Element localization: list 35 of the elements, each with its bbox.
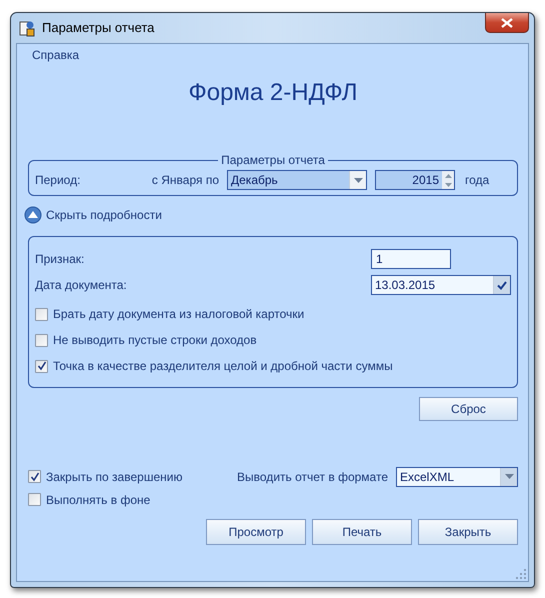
form-heading: Форма 2-НДФЛ xyxy=(187,79,359,107)
year-spinner[interactable]: 2015 xyxy=(375,170,455,190)
help-menu[interactable]: Справка xyxy=(32,48,80,62)
resize-grip-icon[interactable] xyxy=(516,569,527,580)
dialog-button[interactable]: Просмотр xyxy=(206,519,306,545)
checkbox[interactable] xyxy=(35,334,48,346)
checkbox-label: Выполнять в фоне xyxy=(46,492,150,506)
window-title: Параметры отчета xyxy=(42,20,154,35)
close-icon[interactable] xyxy=(501,18,513,28)
from-label: с Января по xyxy=(152,173,219,187)
checkbox[interactable] xyxy=(35,360,48,372)
checkbox[interactable] xyxy=(28,470,41,483)
checkbox-label: Брать дату документа из налоговой карточки xyxy=(53,307,304,321)
check-icon[interactable] xyxy=(493,276,510,294)
details-toggle[interactable]: Скрыть подробности xyxy=(24,206,162,224)
checkbox-label: Точка в качестве разделителя целой и дробной части суммы xyxy=(53,359,393,373)
date-picker[interactable]: 13.03.2015 xyxy=(371,275,511,295)
close-button[interactable] xyxy=(485,13,529,33)
checkbox[interactable] xyxy=(28,493,41,506)
month-dropdown[interactable]: Декабрь xyxy=(227,170,367,190)
format-dropdown[interactable]: ExcelXML xyxy=(396,466,518,486)
year-suffix: года xyxy=(464,173,490,187)
checkbox-label: Не выводить пустые строки доходов xyxy=(53,333,257,347)
period-label: Период: xyxy=(35,173,82,187)
dialog-button[interactable]: Печать xyxy=(312,519,412,545)
reset-button[interactable]: Сброс xyxy=(419,397,518,421)
checkbox[interactable] xyxy=(35,308,48,320)
app-icon xyxy=(18,19,36,37)
input-field[interactable]: 1 xyxy=(371,249,451,269)
field-label: Признак: xyxy=(35,252,86,266)
dialog-button[interactable]: Закрыть xyxy=(418,519,518,545)
field-label: Дата документа: xyxy=(35,278,128,292)
format-label: Выводить отчет в формате xyxy=(237,470,388,484)
group-title: Параметры отчета xyxy=(220,153,326,167)
checkbox-label: Закрыть по завершению xyxy=(46,470,182,484)
